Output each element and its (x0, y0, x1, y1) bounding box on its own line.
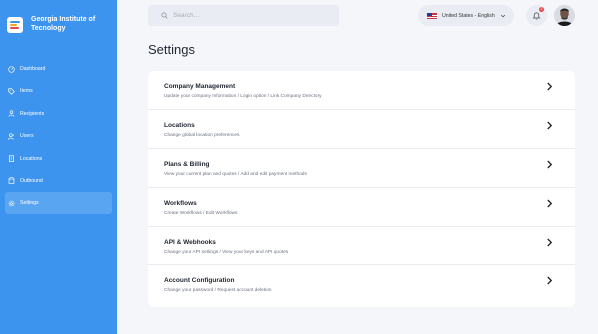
avatar[interactable] (554, 5, 575, 26)
brand[interactable]: Georgia Institute of Tecnology (7, 15, 111, 33)
sidebar-item-label: Recipients (20, 110, 45, 117)
building-icon (8, 155, 15, 163)
bell-icon (532, 12, 541, 20)
sidebar: Georgia Institute of Tecnology Dashboard… (0, 0, 117, 334)
sidebar-nav: Dashboard Items Recipients Users Locatio… (0, 58, 117, 215)
chevron-right-icon (547, 160, 553, 169)
dashboard-icon (8, 65, 15, 73)
tag-icon (8, 88, 15, 95)
topbar: United States - English 2 (148, 5, 578, 27)
users-icon (8, 133, 15, 140)
sidebar-item-label: Users (20, 133, 34, 140)
box-icon (8, 177, 15, 185)
notification-badge: 2 (539, 7, 544, 12)
sidebar-item-dashboard[interactable]: Dashboard (5, 58, 112, 80)
gear-icon (8, 200, 15, 207)
language-label: United States - English (442, 12, 495, 19)
row-description: Change your API settings / View your key… (164, 249, 289, 255)
row-description: Update your company Information / Login … (164, 94, 322, 99)
search-icon (161, 12, 168, 19)
sidebar-item-settings[interactable]: Settings (5, 192, 112, 215)
sidebar-item-outbound[interactable]: Outbound (5, 170, 112, 192)
settings-row-api-webhooks[interactable]: API & Webhooks Change your API settings … (148, 227, 575, 266)
logo-icon (7, 17, 23, 33)
row-description: Change global location preferences (164, 132, 240, 138)
chevron-right-icon (547, 276, 553, 285)
sidebar-item-label: Settings (20, 200, 39, 207)
settings-row-company-management[interactable]: Company Management Update your company I… (148, 71, 575, 110)
sidebar-item-items[interactable]: Items (5, 80, 112, 102)
brand-name: Georgia Institute of Tecnology (31, 16, 96, 32)
row-title: Plans & Billing (164, 160, 210, 168)
search-input[interactable] (173, 12, 323, 19)
sidebar-item-label: Outbound (20, 177, 43, 184)
user-icon (8, 110, 15, 118)
row-title: Workflows (164, 199, 197, 207)
row-description: Create Workflows / Edit Workflows (164, 210, 238, 216)
notifications-button[interactable]: 2 (526, 5, 547, 26)
us-flag-icon (427, 12, 437, 19)
settings-row-locations[interactable]: Locations Change global location prefere… (148, 110, 575, 149)
chevron-right-icon (547, 238, 553, 247)
row-title: Locations (164, 121, 195, 129)
row-description: Change your password / Request account d… (164, 288, 272, 294)
page-title: Settings (148, 42, 195, 57)
settings-row-plans-billing[interactable]: Plans & Billing View your current plan a… (148, 149, 575, 188)
row-title: Account Configuration (164, 277, 235, 285)
settings-row-workflows[interactable]: Workflows Create Workflows / Edit Workfl… (148, 188, 575, 227)
sidebar-item-recipients[interactable]: Recipients (5, 103, 112, 125)
row-title: API & Webhooks (164, 238, 216, 246)
settings-card: Company Management Update your company I… (148, 71, 575, 307)
sidebar-item-label: Items (20, 88, 33, 95)
settings-row-account-configuration[interactable]: Account Configuration Change your passwo… (148, 265, 575, 304)
sidebar-item-users[interactable]: Users (5, 125, 112, 147)
language-selector[interactable]: United States - English (418, 5, 514, 26)
chevron-right-icon (547, 199, 553, 208)
sidebar-item-label: Locations (20, 155, 43, 162)
sidebar-item-label: Dashboard (20, 66, 46, 72)
chevron-right-icon (547, 121, 553, 130)
chevron-down-icon (500, 14, 505, 17)
user-avatar-icon (554, 5, 575, 26)
chevron-right-icon (547, 82, 553, 91)
search-bar[interactable] (148, 5, 339, 26)
row-title: Company Management (164, 83, 236, 90)
sidebar-item-locations[interactable]: Locations (5, 148, 112, 170)
row-description: View your current plan and quotes / Add … (164, 171, 307, 177)
